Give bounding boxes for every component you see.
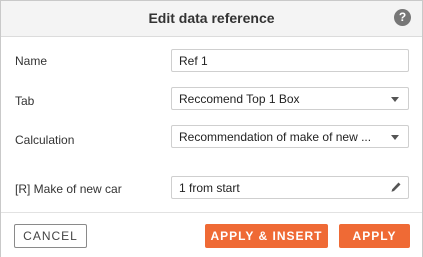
make-of-new-car-label: [R] Make of new car xyxy=(15,182,122,196)
help-icon[interactable]: ? xyxy=(394,9,411,26)
calculation-select[interactable]: Recommendation of make of new ... xyxy=(171,125,409,148)
pencil-icon[interactable] xyxy=(390,181,402,195)
dialog-title: Edit data reference xyxy=(148,10,275,26)
edit-data-reference-dialog: Edit data reference ? Name Ref 1 Tab Rec… xyxy=(0,0,423,257)
apply-and-insert-button[interactable]: APPLY & INSERT xyxy=(205,224,328,248)
chevron-down-icon xyxy=(391,135,399,140)
tab-label: Tab xyxy=(15,94,35,108)
name-label: Name xyxy=(15,54,48,68)
tab-select[interactable]: Reccomend Top 1 Box xyxy=(171,87,409,110)
make-of-new-car-field[interactable]: 1 from start xyxy=(171,176,409,199)
dialog-header: Edit data reference ? xyxy=(1,1,422,37)
chevron-down-icon xyxy=(391,97,399,102)
tab-select-value: Reccomend Top 1 Box xyxy=(179,92,300,106)
name-input[interactable]: Ref 1 xyxy=(171,49,409,72)
dialog-footer: CANCEL APPLY & INSERT APPLY xyxy=(1,212,422,257)
calculation-select-value: Recommendation of make of new ... xyxy=(179,130,372,144)
name-input-value: Ref 1 xyxy=(179,54,208,68)
cancel-button[interactable]: CANCEL xyxy=(14,224,87,248)
calculation-label: Calculation xyxy=(15,133,75,147)
apply-button[interactable]: APPLY xyxy=(339,224,410,248)
make-of-new-car-value: 1 from start xyxy=(179,181,240,195)
